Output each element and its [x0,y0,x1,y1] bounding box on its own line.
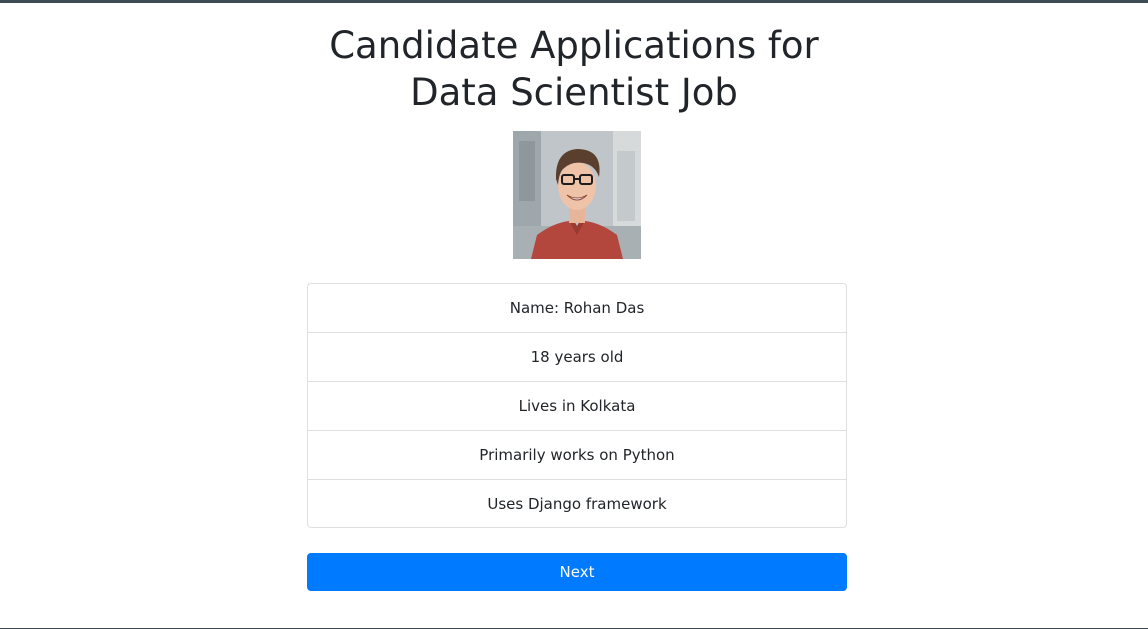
candidate-photo-image [513,131,641,259]
candidate-photo [513,131,641,259]
candidate-details-list: Name: Rohan Das 18 years old Lives in Ko… [307,283,847,528]
detail-location: Lives in Kolkata [308,382,846,431]
detail-age: 18 years old [308,333,846,382]
detail-name: Name: Rohan Das [308,284,846,333]
next-button[interactable]: Next [307,553,847,591]
window-top-border [0,0,1148,3]
page-title-line-2: Data Scientist Job [410,71,738,114]
detail-framework: Uses Django framework [487,495,667,513]
page-title: Candidate Applications for Data Scientis… [0,22,1148,116]
detail-language: Primarily works on Python [308,431,846,480]
page-title-line-1: Candidate Applications for [329,24,819,67]
